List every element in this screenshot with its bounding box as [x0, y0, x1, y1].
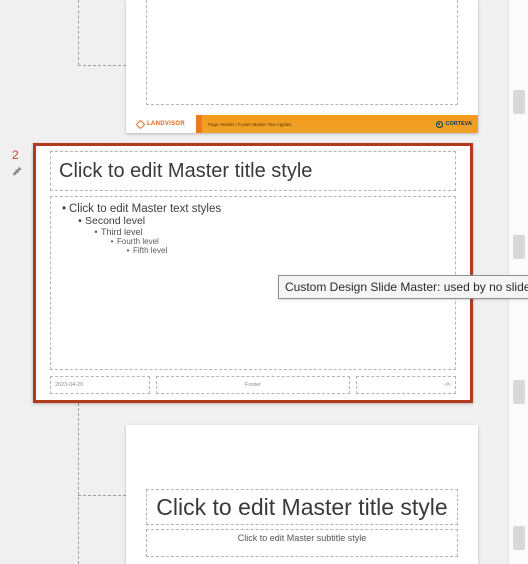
body-level-1: •Click to edit Master text styles	[59, 203, 447, 215]
slide-master-index: 2	[12, 148, 19, 162]
landvisor-logo: LANDVISOR	[126, 115, 196, 133]
content-placeholder-outline	[146, 0, 458, 105]
tree-connector	[78, 495, 126, 496]
footer-placeholder: Footer	[156, 376, 350, 394]
layout-title-text: Click to edit Master title style	[156, 494, 447, 521]
layout-subtitle-placeholder: Click to edit Master subtitle style	[146, 529, 458, 557]
slide-master-tooltip: Custom Design Slide Master: used by no s…	[278, 275, 528, 299]
tree-connector	[78, 0, 79, 65]
master-title-text: Click to edit Master title style	[59, 160, 312, 183]
landvisor-logo-icon	[136, 119, 146, 129]
corteva-logo-icon	[436, 121, 443, 128]
layout-subtitle-text: Click to edit Master subtitle style	[238, 533, 367, 543]
slide-number-placeholder: ‹#›	[356, 376, 456, 394]
body-level-4: •Fourth level	[107, 237, 447, 246]
layout-title-placeholder: Click to edit Master title style	[146, 489, 458, 525]
pane-handle[interactable]	[513, 526, 525, 550]
master-title-placeholder: Click to edit Master title style	[50, 151, 456, 191]
master-meta-row: 2023-04-20 Footer ‹#›	[50, 376, 456, 394]
body-level-5: •Fifth level	[123, 246, 447, 255]
footer-orange-strip: Page Header / Footer Master Text Applies…	[196, 115, 478, 133]
slide-layout-thumbnail[interactable]: Click to edit Master title style Click t…	[126, 425, 478, 564]
slide-layout-thumbnail[interactable]: LANDVISOR Page Header / Footer Master Te…	[126, 0, 478, 133]
slide-master-thumbnail-selected[interactable]: Click to edit Master title style •Click …	[33, 143, 473, 403]
preserve-master-pin-icon[interactable]	[12, 164, 24, 176]
tree-connector	[78, 403, 79, 564]
date-placeholder: 2023-04-20	[50, 376, 150, 394]
tree-connector	[78, 65, 126, 66]
body-level-3: •Third level	[91, 227, 447, 237]
landvisor-logo-text: LANDVISOR	[147, 121, 185, 127]
slide-footer-bar: LANDVISOR Page Header / Footer Master Te…	[126, 115, 478, 133]
pane-handle[interactable]	[513, 90, 525, 114]
corteva-logo-text: CORTEVA	[446, 121, 472, 127]
pane-handle[interactable]	[513, 380, 525, 404]
body-level-2: •Second level	[75, 215, 447, 227]
footer-tiny-text: Page Header / Footer Master Text Applies	[208, 122, 291, 127]
corteva-logo: CORTEVA	[436, 121, 472, 128]
slide-master-thumbnail-panel: LANDVISOR Page Header / Footer Master Te…	[0, 0, 508, 564]
pane-handle[interactable]	[513, 235, 525, 259]
